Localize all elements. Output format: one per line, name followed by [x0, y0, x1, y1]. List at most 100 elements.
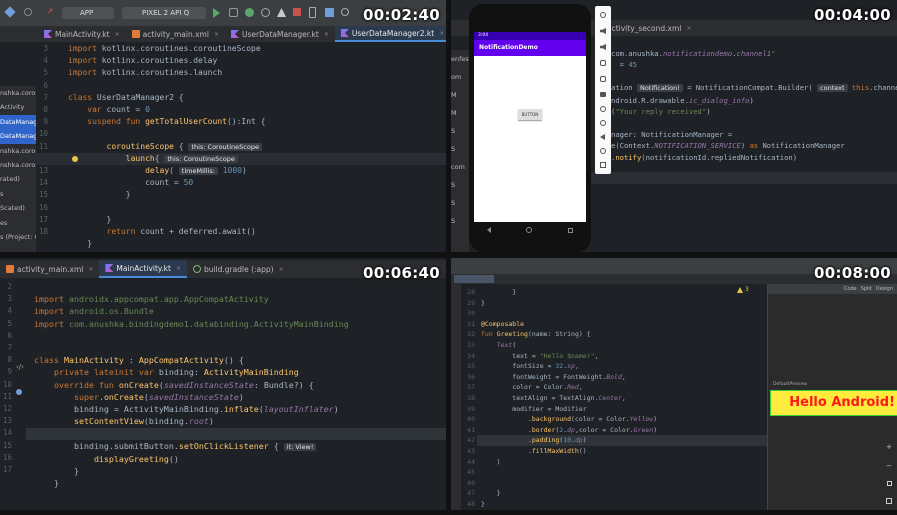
back-icon[interactable] [486, 227, 491, 233]
volume-up-icon[interactable] [600, 28, 606, 34]
line-number: 48 [467, 499, 475, 508]
close-icon[interactable]: × [176, 265, 181, 272]
line-number: 13 [38, 166, 48, 176]
tree-item[interactable]: com [451, 158, 469, 176]
tree-item[interactable]: S [451, 176, 469, 194]
home-icon[interactable] [526, 227, 533, 233]
fit-screen-icon[interactable] [886, 497, 892, 504]
kotlin-icon [44, 30, 52, 38]
overview-icon[interactable] [568, 227, 574, 233]
close-icon[interactable]: × [324, 31, 329, 38]
run-gutter-icon[interactable]: ‹/› [16, 363, 24, 371]
line-number: 8 [43, 105, 48, 115]
zoom-out-icon[interactable]: − [886, 462, 892, 470]
code-editor[interactable]: import kotlinx.coroutines.coroutineScope… [68, 43, 446, 250]
tab-mainactivity[interactable] [454, 275, 494, 283]
reset-zoom-icon[interactable] [886, 481, 892, 487]
sdk-manager-icon[interactable] [325, 8, 334, 17]
tree-item[interactable]: s [0, 187, 36, 201]
tree-item[interactable]: S [451, 194, 469, 212]
line-number: 2 [7, 282, 12, 291]
line-number: 4 [43, 56, 48, 66]
compose-preview-pane: Code Split Design DefaultPreview Hello A… [767, 284, 897, 510]
device-select[interactable]: PIXEL 2 API Q [122, 7, 206, 19]
tree-item[interactable]: es [0, 216, 36, 230]
tab-activity-main-xml[interactable]: activity_main.xml × [126, 26, 225, 42]
split-mode-tab[interactable]: Split [861, 284, 872, 294]
tree-item[interactable]: S [451, 140, 469, 158]
line-number: 15 [38, 190, 48, 200]
tab-build-gradle[interactable]: build.gradle (:app) × [187, 260, 290, 278]
search-icon[interactable] [341, 8, 349, 16]
volume-down-icon[interactable] [600, 44, 606, 50]
tree-item[interactable]: s (Project: C [0, 230, 36, 244]
phone-button[interactable]: BUTTON [518, 109, 542, 120]
tree-item[interactable]: Activity [0, 100, 36, 114]
run-config-select[interactable]: APP [62, 7, 114, 19]
code-editor[interactable]: } } @Composable fun Greeting(name: Strin… [481, 287, 657, 510]
tab-activity-second-xml[interactable]: activity_second.xml × [601, 20, 697, 36]
make-icon[interactable]: ↗ [46, 8, 54, 17]
tree-item[interactable]: M [451, 86, 469, 104]
override-gutter-icon[interactable] [16, 389, 22, 395]
tree-item-selected[interactable]: DataManag [0, 129, 36, 144]
line-number: 7 [7, 343, 12, 353]
inlay-hint: it: View! [283, 442, 317, 451]
close-icon[interactable]: × [439, 30, 444, 37]
zoom-in-icon[interactable] [600, 106, 606, 112]
power-icon[interactable] [600, 12, 606, 18]
device-manager-icon[interactable] [309, 7, 316, 18]
zoom-out-icon[interactable] [600, 120, 606, 126]
tab-activity-main-xml[interactable]: activity_main.xml × [0, 260, 99, 278]
tree-item[interactable]: Scated) [0, 201, 36, 215]
line-number: 6 [7, 330, 12, 340]
close-icon[interactable]: × [88, 266, 93, 273]
tree-item[interactable]: nshka.corou [0, 158, 36, 172]
overview-icon[interactable] [600, 162, 606, 168]
rotate-left-icon[interactable] [600, 60, 606, 66]
profile-icon[interactable] [261, 8, 270, 17]
run-icon[interactable] [213, 8, 220, 18]
apply-changes-icon[interactable] [229, 8, 238, 17]
code-editor[interactable]: com.anushka.notificationdemo.channel1" =… [611, 48, 897, 163]
camera-icon[interactable] [600, 92, 606, 97]
line-number: 18 [38, 227, 48, 237]
tab-label: MainActivity.kt [116, 263, 171, 273]
tree-item[interactable]: S [451, 212, 469, 230]
warning-icon[interactable] [737, 287, 743, 293]
tab-mainactivity[interactable]: MainActivity.kt × [38, 26, 126, 42]
debug-icon[interactable] [245, 8, 254, 17]
tree-item[interactable]: nshka.corou [0, 86, 36, 100]
tree-item[interactable]: om [451, 68, 469, 86]
tab-mainactivity[interactable]: MainActivity.kt × [99, 260, 187, 278]
attach-debugger-icon[interactable] [277, 8, 286, 17]
tree-item[interactable]: enfes [451, 50, 469, 68]
tree-item[interactable]: M [451, 104, 469, 122]
close-icon[interactable]: × [686, 25, 691, 32]
home-icon[interactable] [600, 148, 606, 154]
code-mode-tab[interactable]: Code [844, 284, 857, 294]
rotate-right-icon[interactable] [600, 76, 606, 82]
back-icon[interactable] [600, 134, 605, 140]
stop-icon[interactable] [293, 8, 301, 16]
design-mode-tab[interactable]: Design [876, 284, 893, 294]
hammer-icon[interactable] [4, 6, 16, 18]
tree-item[interactable]: nshka.corou [0, 144, 36, 158]
tree-item[interactable]: S [451, 122, 469, 140]
preview-label: DefaultPreview [773, 382, 807, 387]
tree-item-selected[interactable]: DataManag [0, 114, 36, 130]
line-number: 39 [467, 404, 475, 413]
line-number: 41 [467, 425, 475, 434]
tree-item[interactable]: rated) [0, 172, 36, 186]
close-icon[interactable]: × [279, 266, 284, 273]
code-editor[interactable]: import androidx.appcompat.app.AppCompatA… [34, 281, 349, 489]
zoom-in-icon[interactable]: + [886, 444, 892, 451]
tab-userdatamanager2[interactable]: UserDataManager2.kt × [334, 26, 446, 42]
tab-userdatamanager[interactable]: UserDataManager.kt × [225, 26, 335, 42]
close-icon[interactable]: × [214, 31, 219, 38]
phone-screen[interactable]: 3:04 NotificationDemo BUTTON [474, 32, 586, 222]
inlay-hint: timeMillis: [178, 167, 218, 176]
close-icon[interactable]: × [115, 31, 120, 38]
preview-mode-tabs: Code Split Design [768, 284, 897, 294]
sync-icon[interactable] [24, 8, 32, 16]
